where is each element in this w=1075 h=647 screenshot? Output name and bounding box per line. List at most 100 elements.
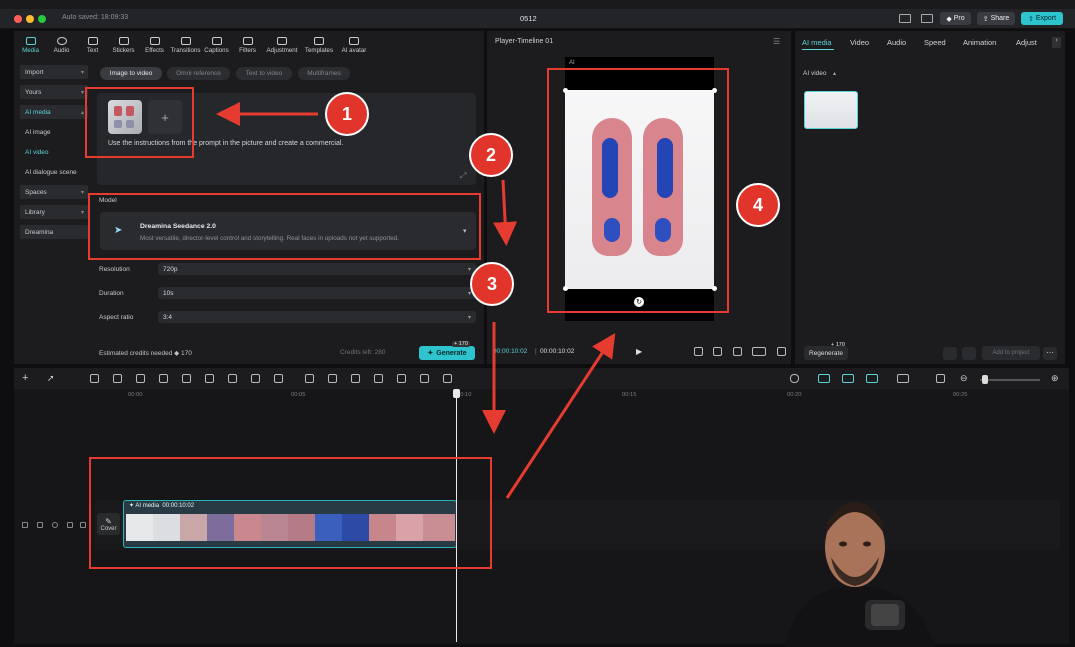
- tab-adjust[interactable]: Adjust: [1016, 38, 1037, 47]
- split-left-icon[interactable]: [159, 374, 168, 383]
- mark-icon[interactable]: [228, 374, 237, 383]
- track-lock-icon[interactable]: [37, 522, 43, 528]
- track-eye-icon[interactable]: [52, 522, 58, 528]
- ratio-icon[interactable]: [752, 347, 766, 356]
- split-right-icon[interactable]: [182, 374, 191, 383]
- add-track-icon[interactable]: +: [22, 372, 28, 384]
- tab-ai-media[interactable]: AI media: [802, 38, 832, 47]
- quality-icon[interactable]: [694, 347, 703, 356]
- fit-timeline-icon[interactable]: [936, 374, 945, 383]
- resolution-select[interactable]: 720p ▾: [158, 263, 476, 275]
- chevron-right-icon[interactable]: ›: [1052, 37, 1061, 48]
- tool-adjustment[interactable]: Adjustment: [263, 31, 301, 59]
- track-mute-icon[interactable]: [67, 522, 73, 528]
- magnet-icon[interactable]: [842, 374, 854, 383]
- snap-icon[interactable]: [866, 374, 878, 383]
- sidebar-item-import[interactable]: Import ▾: [20, 65, 88, 79]
- magic-icon[interactable]: [374, 374, 383, 383]
- sidebar-item-yours[interactable]: Yours ▾: [20, 85, 88, 99]
- duration-select[interactable]: 10s ▾: [158, 287, 476, 299]
- link-icon[interactable]: [818, 374, 830, 383]
- chevron-down-icon: ▾: [80, 69, 84, 76]
- aspect-ratio-select[interactable]: 3:4 ▾: [158, 311, 476, 323]
- tab-video[interactable]: Video: [850, 38, 869, 47]
- play-icon[interactable]: ▶: [636, 347, 642, 356]
- sidebar-item-ai-media[interactable]: AI media ▴: [20, 105, 88, 119]
- tool-ai-avatar[interactable]: AI avatar: [337, 31, 371, 59]
- track-more-icon[interactable]: [80, 522, 86, 528]
- tool-templates[interactable]: Templates: [301, 31, 337, 59]
- mode-text-to-video[interactable]: Text to video: [236, 67, 292, 80]
- annotation-badge-1: 1: [325, 92, 369, 136]
- playhead-handle[interactable]: [453, 389, 460, 398]
- caption-icon[interactable]: [397, 374, 406, 383]
- tool-text[interactable]: Text: [77, 31, 108, 59]
- tool-transitions[interactable]: Transitions: [170, 31, 201, 59]
- mode-image-to-video[interactable]: Image to video: [100, 67, 162, 80]
- more-options-icon[interactable]: ⋯: [1043, 347, 1057, 360]
- regenerate-button[interactable]: Regenerate: [804, 346, 848, 360]
- audio-wave-icon[interactable]: [443, 374, 452, 383]
- zoom-in-icon[interactable]: ⊕: [1051, 373, 1059, 384]
- layout-icon[interactable]: [899, 14, 911, 23]
- sidebar-item-spaces[interactable]: Spaces ▾: [20, 185, 88, 199]
- sidebar-item-ai-video[interactable]: AI video: [20, 145, 88, 159]
- tool-stickers[interactable]: Stickers: [108, 31, 139, 59]
- close-window-icon[interactable]: [14, 15, 22, 23]
- export-button[interactable]: ⇧ Export: [1021, 12, 1063, 25]
- fullscreen-icon[interactable]: [777, 347, 786, 356]
- chevron-up-icon[interactable]: ▴: [833, 70, 836, 77]
- redo-icon[interactable]: [113, 374, 122, 383]
- generate-button[interactable]: ✦ Generate: [419, 346, 475, 360]
- image-icon[interactable]: [420, 374, 429, 383]
- undo-icon[interactable]: [90, 374, 99, 383]
- tab-audio[interactable]: Audio: [887, 38, 906, 47]
- generated-video-thumbnail[interactable]: [804, 91, 858, 129]
- minimize-window-icon[interactable]: [26, 15, 34, 23]
- sidebar-item-ai-dialogue-scene[interactable]: AI dialogue scene: [20, 165, 88, 179]
- media-icon: [25, 36, 36, 45]
- loop-icon[interactable]: [251, 374, 260, 383]
- freeze-icon[interactable]: [305, 374, 314, 383]
- mirror-icon[interactable]: [328, 374, 337, 383]
- tool-filters[interactable]: Filters: [232, 31, 263, 59]
- sidebar-item-library[interactable]: Library ▾: [20, 205, 88, 219]
- track-visibility-icon[interactable]: [22, 522, 28, 528]
- select-tool-icon[interactable]: ➚: [47, 373, 55, 384]
- crop-icon[interactable]: [733, 347, 742, 356]
- mode-multiframes[interactable]: Multiframes: [298, 67, 350, 80]
- add-to-project-button[interactable]: Add to project: [982, 346, 1040, 360]
- zoom-slider-thumb[interactable]: [982, 375, 988, 384]
- project-title: 0512: [520, 14, 537, 23]
- text-icon: [87, 36, 98, 45]
- tool-media[interactable]: Media: [15, 31, 46, 59]
- share-button[interactable]: ⇪ Share: [977, 12, 1015, 25]
- tab-animation[interactable]: Animation: [963, 38, 996, 47]
- transitions-icon: [180, 36, 191, 45]
- tool-audio[interactable]: Audio: [46, 31, 77, 59]
- cloud-upload-icon[interactable]: [943, 347, 957, 360]
- chevron-down-icon: ▾: [80, 209, 84, 216]
- zoom-slider[interactable]: [980, 379, 1040, 381]
- zoom-out-icon[interactable]: ⊖: [960, 373, 968, 384]
- edit-icon[interactable]: [274, 374, 283, 383]
- tool-effects[interactable]: Effects: [139, 31, 170, 59]
- fit-icon[interactable]: [713, 347, 722, 356]
- sidebar-item-dreamina[interactable]: Dreamina: [20, 225, 88, 239]
- shortcut-icon[interactable]: [921, 14, 933, 23]
- tool-captions[interactable]: Captions: [201, 31, 232, 59]
- split-icon[interactable]: [136, 374, 145, 383]
- mode-omni-reference[interactable]: Omni reference: [167, 67, 230, 80]
- share-icon: ⇪: [982, 15, 989, 23]
- sidebar-item-ai-image[interactable]: AI image: [20, 125, 88, 139]
- expand-icon[interactable]: ⤢: [460, 171, 466, 181]
- microphone-icon[interactable]: [790, 374, 799, 383]
- pro-button[interactable]: ◆ Pro: [940, 12, 971, 25]
- tab-speed[interactable]: Speed: [924, 38, 946, 47]
- preview-axis-icon[interactable]: [897, 374, 909, 383]
- delete-icon[interactable]: [205, 374, 214, 383]
- transform-icon[interactable]: [351, 374, 360, 383]
- menu-icon[interactable]: ☰: [773, 37, 780, 46]
- download-icon[interactable]: [962, 347, 976, 360]
- maximize-window-icon[interactable]: [38, 15, 46, 23]
